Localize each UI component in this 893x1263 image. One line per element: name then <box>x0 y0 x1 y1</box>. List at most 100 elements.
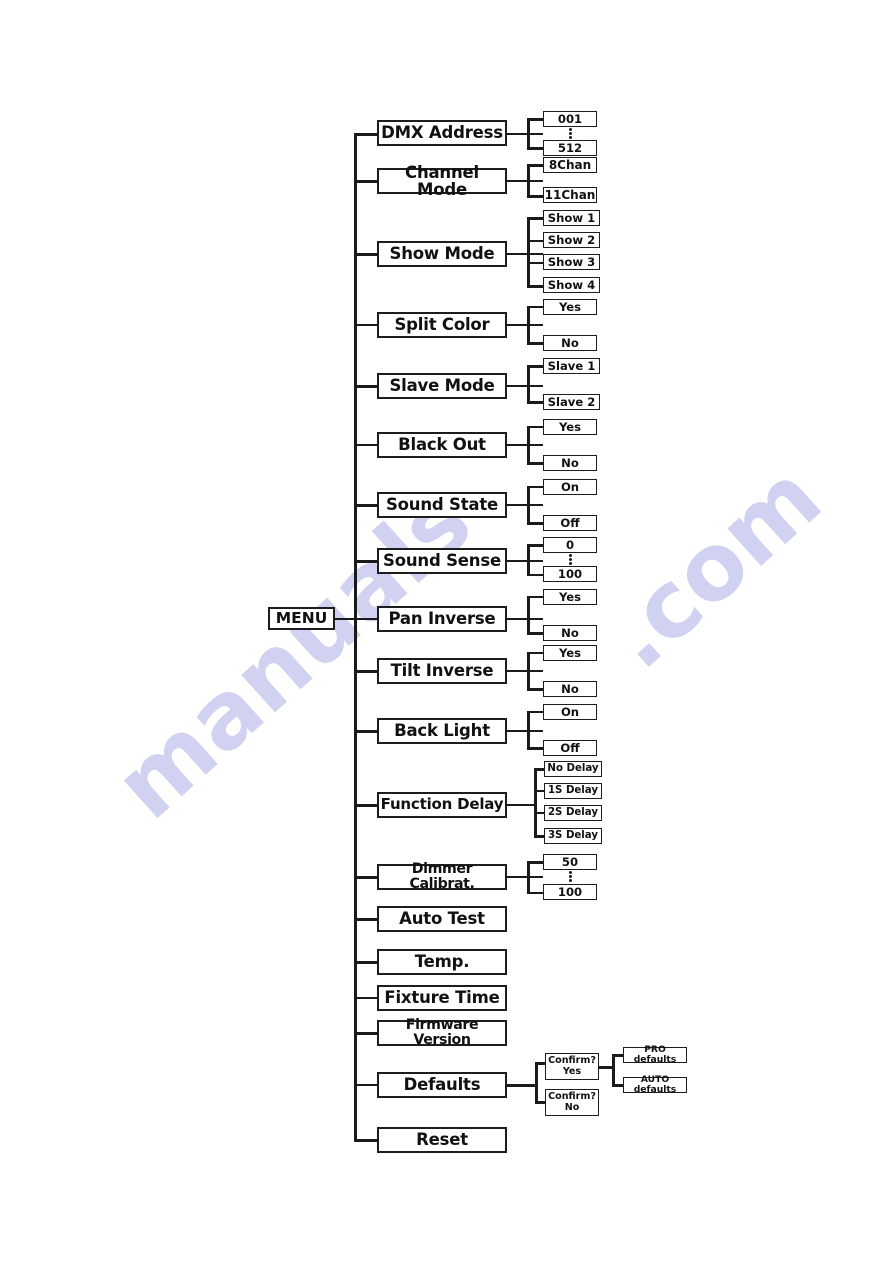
menu-item-reset[interactable]: Reset <box>377 1127 507 1153</box>
branch-tilt-lead <box>507 670 543 672</box>
option-2s-delay[interactable]: 2S Delay <box>544 805 602 821</box>
menu-item-dmx-address[interactable]: DMX Address <box>377 120 507 146</box>
branch-soundstate-lead <box>507 504 543 506</box>
option-pan-yes[interactable]: Yes <box>543 589 597 605</box>
stub-slave-mode <box>354 385 378 388</box>
trunk-vertical-line <box>354 133 357 1141</box>
option-no-delay[interactable]: No Delay <box>544 761 602 777</box>
menu-item-sound-sense[interactable]: Sound Sense <box>377 548 507 574</box>
option-backlight-off[interactable]: Off <box>543 740 597 756</box>
branch-dimmer-lead <box>507 876 543 878</box>
stub-fixture-time <box>354 997 378 999</box>
option-1s-delay[interactable]: 1S Delay <box>544 783 602 799</box>
branch-dmx-lead <box>507 133 543 135</box>
menu-item-temp[interactable]: Temp. <box>377 949 507 975</box>
menu-item-firmware-version[interactable]: Firmware Version <box>377 1018 507 1047</box>
branch-slave-lead <box>507 385 543 387</box>
branch-pan-lead <box>507 618 543 620</box>
option-soundsense-max[interactable]: 100 <box>543 566 597 582</box>
stub-sound-sense <box>354 560 378 563</box>
stub-back-light <box>354 730 378 733</box>
menu-item-split-color[interactable]: Split Color <box>377 312 507 338</box>
option-dmx-512[interactable]: 512 <box>543 140 597 156</box>
stub-sound-state <box>354 504 378 507</box>
option-tilt-no[interactable]: No <box>543 681 597 697</box>
stub-channel-mode <box>354 180 378 183</box>
option-sound-on[interactable]: On <box>543 479 597 495</box>
branch-split-bus <box>527 306 530 344</box>
stub-dimmer-calibrat <box>354 876 378 879</box>
stub-temp <box>354 961 378 964</box>
branch-show-bus <box>527 217 530 287</box>
branch-backlight-lead <box>507 730 543 732</box>
option-show-3[interactable]: Show 3 <box>543 254 600 270</box>
menu-item-dimmer-calibrat[interactable]: Dimmer Calibrat. <box>377 862 507 891</box>
branch-defaults-lead <box>507 1084 538 1087</box>
stub-reset <box>354 1139 378 1142</box>
branch-show-lead <box>507 253 543 255</box>
option-pan-no[interactable]: No <box>543 625 597 641</box>
option-show-4[interactable]: Show 4 <box>543 277 600 293</box>
menu-item-auto-test[interactable]: Auto Test <box>377 906 507 932</box>
menu-item-pan-inverse[interactable]: Pan Inverse <box>377 606 507 632</box>
branch-soundsense-lead <box>507 560 543 562</box>
option-split-yes[interactable]: Yes <box>543 299 597 315</box>
option-11chan[interactable]: 11Chan <box>543 187 597 203</box>
option-sound-off[interactable]: Off <box>543 515 597 531</box>
menu-item-sound-state[interactable]: Sound State <box>377 492 507 518</box>
option-slave-1[interactable]: Slave 1 <box>543 358 600 374</box>
menu-item-show-mode[interactable]: Show Mode <box>377 241 507 267</box>
option-dimmer-min[interactable]: 50 <box>543 854 597 870</box>
stub-tilt-inverse <box>354 670 378 673</box>
branch-blackout-bus <box>527 426 530 464</box>
dimmer-range-ellipsis <box>565 871 575 882</box>
branch-backlight-bus <box>527 711 530 749</box>
stub-split-color <box>354 324 378 326</box>
branch-delay-bus <box>534 768 537 837</box>
option-show-1[interactable]: Show 1 <box>543 210 600 226</box>
option-8chan[interactable]: 8Chan <box>543 157 597 173</box>
menu-item-tilt-inverse[interactable]: Tilt Inverse <box>377 658 507 684</box>
branch-blackout-lead <box>507 444 543 446</box>
option-dimmer-max[interactable]: 100 <box>543 884 597 900</box>
branch-tilt-bus <box>527 652 530 690</box>
option-pro-defaults[interactable]: PRO defaults <box>623 1045 687 1064</box>
stub-dmx-address <box>354 133 378 136</box>
option-confirm-no[interactable]: Confirm? No <box>545 1089 599 1116</box>
option-slave-2[interactable]: Slave 2 <box>543 394 600 410</box>
stub-pan-inverse <box>354 618 378 620</box>
option-split-no[interactable]: No <box>543 335 597 351</box>
confirm-yes-line1: Confirm? <box>548 1054 596 1066</box>
option-3s-delay[interactable]: 3S Delay <box>544 828 602 844</box>
menu-item-black-out[interactable]: Black Out <box>377 432 507 458</box>
stub-black-out <box>354 444 378 446</box>
root-connector <box>335 618 355 620</box>
menu-item-slave-mode[interactable]: Slave Mode <box>377 373 507 399</box>
option-soundsense-min[interactable]: 0 <box>543 537 597 553</box>
menu-tree-diagram: manuals .com MENU DMX Address Channel Mo… <box>0 0 893 1263</box>
branch-split-lead <box>507 324 543 326</box>
option-tilt-yes[interactable]: Yes <box>543 645 597 661</box>
option-auto-defaults[interactable]: AUTO defaults <box>623 1075 687 1094</box>
dmx-range-ellipsis <box>565 128 575 139</box>
option-confirm-yes[interactable]: Confirm? Yes <box>545 1053 599 1080</box>
option-dmx-001[interactable]: 001 <box>543 111 597 127</box>
stub-auto-test <box>354 918 378 921</box>
option-blackout-no[interactable]: No <box>543 455 597 471</box>
branch-dmx-bus <box>527 118 530 150</box>
branch-slave-bus <box>527 365 530 403</box>
root-menu-box[interactable]: MENU <box>268 607 335 630</box>
branch-chan-lead <box>507 180 543 182</box>
stub-function-delay <box>354 804 378 807</box>
menu-item-channel-mode[interactable]: Channel Mode <box>377 164 507 198</box>
branch-defaults-bus <box>535 1062 538 1103</box>
option-blackout-yes[interactable]: Yes <box>543 419 597 435</box>
menu-item-fixture-time[interactable]: Fixture Time <box>377 985 507 1011</box>
confirm-yes-line2: Yes <box>562 1065 582 1077</box>
option-backlight-on[interactable]: On <box>543 704 597 720</box>
menu-item-defaults[interactable]: Defaults <box>377 1072 507 1098</box>
menu-item-function-delay[interactable]: Function Delay <box>377 792 507 818</box>
option-show-2[interactable]: Show 2 <box>543 232 600 248</box>
menu-item-back-light[interactable]: Back Light <box>377 718 507 744</box>
watermark-right: .com <box>585 443 842 690</box>
